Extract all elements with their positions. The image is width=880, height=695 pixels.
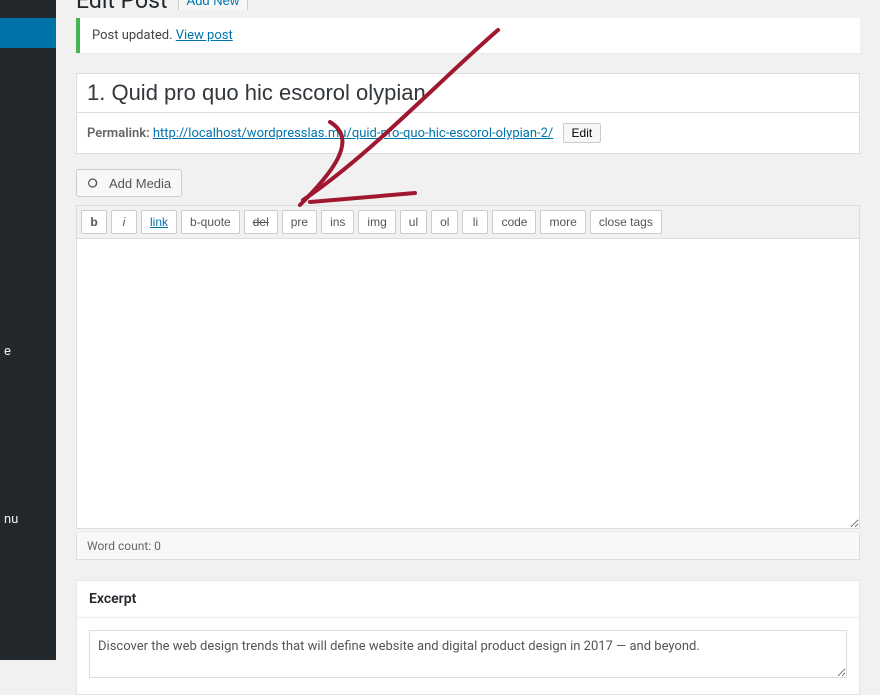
media-icon [87, 175, 103, 191]
qtag-ins[interactable]: ins [321, 210, 354, 234]
add-media-label: Add Media [109, 176, 171, 191]
excerpt-content [77, 618, 859, 694]
qtag-img[interactable]: img [358, 210, 395, 234]
permalink-base: http://localhost/wordpresslas.mu/ [153, 126, 352, 141]
qtag-pre[interactable]: pre [282, 210, 317, 234]
permalink-row: Permalink: http://localhost/wordpresslas… [76, 113, 860, 154]
qtag-li[interactable]: li [462, 210, 488, 234]
sidebar-active-marker [0, 18, 56, 48]
permalink-link[interactable]: http://localhost/wordpresslas.mu/quid-pr… [153, 126, 553, 141]
qtag-bquote[interactable]: b-quote [181, 210, 240, 234]
qtag-bold[interactable]: b [81, 210, 107, 234]
post-title-input[interactable] [76, 73, 860, 113]
excerpt-metabox: Excerpt [76, 580, 860, 695]
admin-sidebar: e nu [0, 0, 56, 660]
excerpt-heading: Excerpt [77, 581, 859, 618]
excerpt-textarea[interactable] [89, 630, 847, 678]
post-content-textarea[interactable] [76, 239, 860, 529]
permalink-label: Permalink: [87, 126, 150, 141]
page-header: Edit Post Add New [76, 0, 860, 10]
qtag-italic[interactable]: i [111, 210, 137, 234]
qtag-more[interactable]: more [540, 210, 585, 234]
main-content: Edit Post Add New Post updated. View pos… [56, 0, 880, 695]
quicktags-toolbar: b i link b-quote del pre ins img ul ol l… [76, 205, 860, 239]
qtag-ul[interactable]: ul [400, 210, 427, 234]
notice-text: Post updated. [92, 28, 173, 43]
qtag-link[interactable]: link [141, 210, 177, 234]
add-media-button[interactable]: Add Media [76, 169, 182, 197]
word-count-bar: Word count: 0 [76, 533, 860, 560]
qtag-ol[interactable]: ol [431, 210, 458, 234]
sidebar-item-label-fragment-2[interactable]: nu [0, 510, 56, 530]
edit-permalink-button[interactable]: Edit [563, 123, 602, 143]
qtag-code[interactable]: code [492, 210, 536, 234]
sidebar-item-label-fragment-1[interactable]: e [0, 342, 56, 362]
success-notice: Post updated. View post [76, 18, 860, 53]
word-count-text: Word count: 0 [87, 539, 161, 553]
view-post-link[interactable]: View post [176, 28, 233, 43]
add-new-button[interactable]: Add New [178, 0, 249, 10]
permalink-slug: quid-pro-quo-hic-escorol-olypian-2/ [352, 126, 553, 141]
qtag-del[interactable]: del [244, 210, 278, 234]
qtag-close[interactable]: close tags [590, 210, 662, 234]
page-title: Edit Post [76, 0, 168, 10]
